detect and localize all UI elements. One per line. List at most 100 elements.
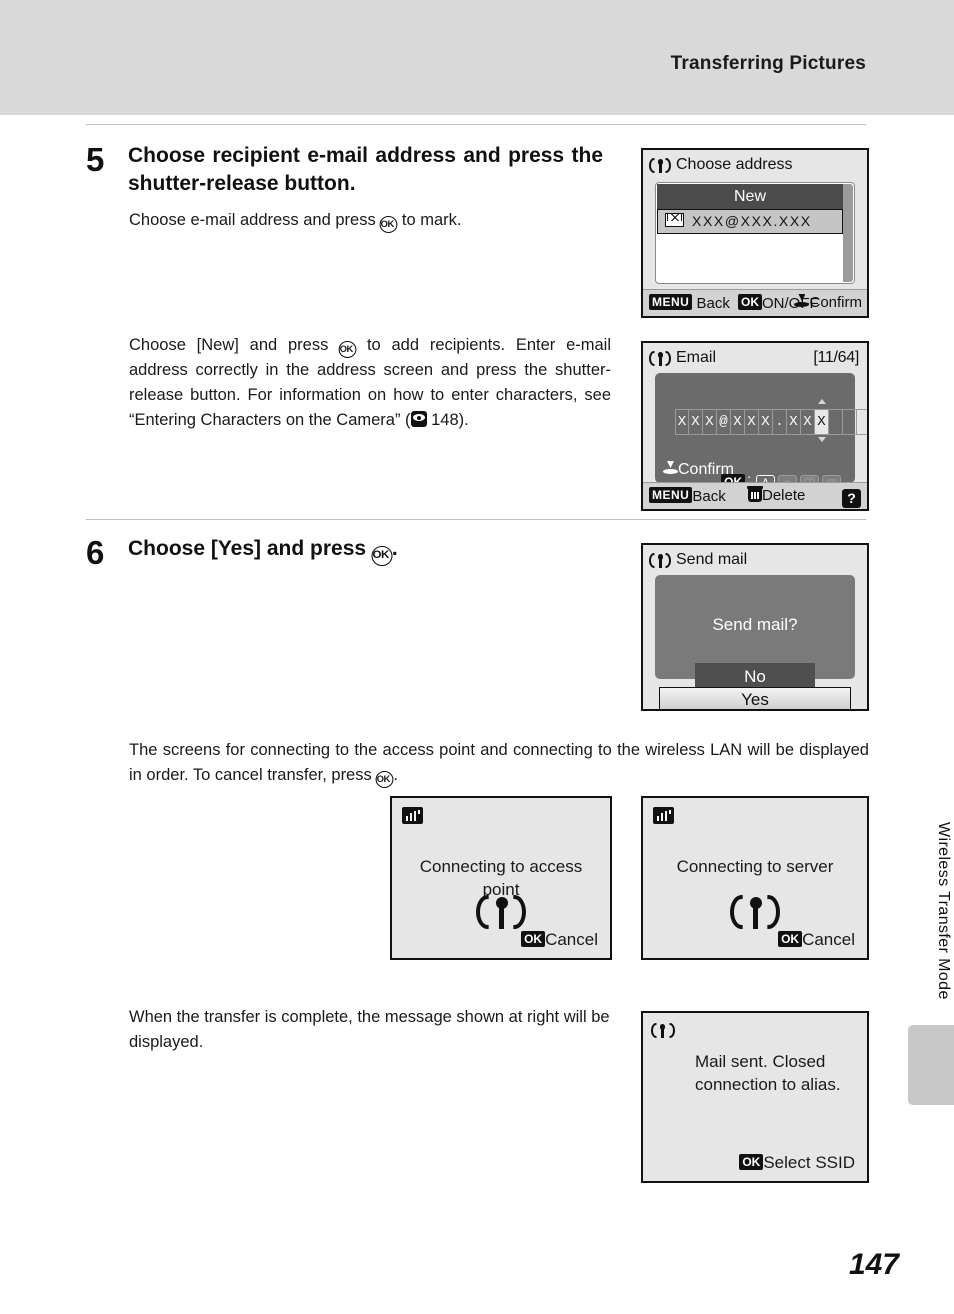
- transfer-note: The screens for connecting to the access…: [129, 738, 869, 789]
- step-6-title-before: Choose [Yes] and press: [128, 537, 372, 560]
- wireless-antenna-icon: [649, 157, 671, 173]
- lcd-send-mail: Send mail Send mail? No Yes: [641, 543, 869, 711]
- lcd-connect-server: Connecting to server OK Cancel: [641, 796, 869, 960]
- connect-server-cancel[interactable]: OK Cancel: [778, 930, 855, 950]
- transfer-note-b: .: [393, 766, 398, 785]
- trash-icon: [747, 486, 763, 502]
- page-number: 147: [848, 1248, 899, 1281]
- wireless-antenna-icon: [651, 1022, 675, 1042]
- email-char-cell[interactable]: X: [759, 409, 773, 435]
- list-item-address-text: XXX@XXX.XXX: [692, 213, 812, 229]
- ok-button-icon: OK: [379, 216, 398, 233]
- email-char-cell[interactable]: .: [773, 409, 787, 435]
- cancel-label: Cancel: [802, 930, 855, 949]
- char-counter: [11/64]: [813, 349, 859, 366]
- email-char-cell[interactable]: [857, 409, 867, 435]
- address-list: New XXX@XXX.XXX: [655, 182, 855, 284]
- email-char-cell[interactable]: X: [801, 409, 815, 435]
- signal-bars-icon: [402, 807, 423, 826]
- connect-server-message: Connecting to server: [676, 857, 834, 876]
- mail-sent-message: Mail sent. Closed connection to alias.: [695, 1052, 841, 1094]
- see-page-icon: [410, 411, 427, 428]
- ok-key-icon: OK: [521, 931, 546, 947]
- send-mail-question: Send mail?: [712, 615, 798, 634]
- lcd-mail-sent: Mail sent. Closed connection to alias. O…: [641, 1011, 869, 1183]
- email-char-cell[interactable]: [843, 409, 857, 435]
- shutter-press-icon: [794, 294, 810, 309]
- email-confirm[interactable]: Confirm: [663, 461, 734, 479]
- help-icon[interactable]: ?: [842, 489, 861, 508]
- ok-key-icon: OK: [738, 294, 762, 310]
- step-5-body-2-a: Choose [New] and press: [129, 336, 340, 354]
- select-ssid-label: Select SSID: [763, 1153, 855, 1172]
- step-5-title: Choose recipient e-mail address and pres…: [128, 144, 603, 195]
- step-6-number: 6: [86, 534, 105, 571]
- shutter-press-icon: [663, 461, 678, 476]
- lcd-bar-email: MENU Back Delete ?: [643, 482, 867, 509]
- delete-label[interactable]: Delete: [762, 487, 805, 504]
- ok-key-icon: OK: [778, 931, 803, 947]
- cancel-label: Cancel: [545, 930, 598, 949]
- email-char-grid[interactable]: X X X @ X X X. X X X: [675, 409, 867, 435]
- step-5-body-1: Choose e-mail address and press OK to ma…: [129, 208, 609, 233]
- page-header: Transferring Pictures: [0, 0, 954, 115]
- step-6-title-after: .: [391, 537, 398, 560]
- lcd-title-text: Email: [676, 349, 717, 366]
- lcd-title-send-mail: Send mail: [649, 551, 859, 575]
- back-label[interactable]: Back: [692, 488, 725, 505]
- email-char-cell[interactable]: X: [689, 409, 703, 435]
- email-char-cell[interactable]: @: [717, 409, 731, 435]
- email-char-cell[interactable]: [829, 409, 843, 435]
- divider-step6: [86, 519, 866, 520]
- wireless-antenna-icon: [730, 893, 780, 931]
- lcd-bar-choose-address: MENU Back OK ON/OFF Confirm: [643, 289, 867, 316]
- cursor-up-arrow-icon: [818, 399, 826, 404]
- lcd-choose-address: Choose address New XXX@XXX.XXX MENU Back…: [641, 148, 869, 318]
- email-char-cell[interactable]: X: [745, 409, 759, 435]
- envelope-check-icon: [665, 213, 684, 227]
- complete-note: When the transfer is complete, the messa…: [129, 1008, 610, 1052]
- wireless-antenna-icon: [649, 552, 671, 568]
- step-5-body-2-page: 148).: [426, 411, 469, 430]
- lcd-title-email: [11/64] Email: [649, 349, 859, 373]
- email-char-cell[interactable]: X: [731, 409, 745, 435]
- ok-button-icon: OK: [338, 341, 357, 358]
- email-char-cell[interactable]: X: [787, 409, 801, 435]
- signal-bars-icon: [653, 807, 674, 826]
- email-char-cell[interactable]: X: [703, 409, 717, 435]
- back-label[interactable]: Back: [697, 295, 730, 312]
- step-5-body-2: Choose [New] and press OK to add recipie…: [129, 333, 611, 433]
- email-char-cell[interactable]: X: [815, 409, 829, 435]
- section-tab: [908, 1025, 954, 1105]
- ok-key-icon: OK: [739, 1154, 764, 1170]
- section-tab-label: Wireless Transfer Mode: [935, 822, 952, 1000]
- list-item-address[interactable]: XXX@XXX.XXX: [657, 209, 843, 234]
- menu-key-icon: MENU: [649, 487, 693, 503]
- lcd-title-choose-address: Choose address: [649, 156, 859, 180]
- divider-top: [86, 124, 866, 125]
- send-mail-yes-option[interactable]: Yes: [659, 687, 851, 709]
- confirm-label[interactable]: Confirm: [809, 294, 862, 311]
- lcd-connect-access-point: Connecting to access point OK Cancel: [390, 796, 612, 960]
- step-5-body-1-after: to mark.: [397, 211, 462, 229]
- page-title: Transferring Pictures: [670, 53, 866, 74]
- step-6-title: Choose [Yes] and press OK.: [128, 535, 603, 566]
- scrollbar[interactable]: [843, 184, 853, 282]
- transfer-note-a: The screens for connecting to the access…: [129, 741, 869, 785]
- step-5-number: 5: [86, 141, 105, 178]
- mail-sent-select-ssid[interactable]: OK Select SSID: [739, 1153, 855, 1173]
- wireless-antenna-icon: [649, 350, 671, 366]
- confirm-label: Confirm: [678, 461, 735, 478]
- lcd-title-text: Send mail: [676, 551, 748, 568]
- connect-ap-cancel[interactable]: OK Cancel: [521, 930, 598, 950]
- lcd-title-text: Choose address: [676, 156, 793, 173]
- lcd-email: [11/64] Email XXX@XXX.XXX OK:Aa囯@ Confir…: [641, 341, 869, 511]
- cursor-down-arrow-icon: [818, 437, 826, 442]
- list-item-new[interactable]: New: [657, 184, 843, 209]
- step-5-body-1-before: Choose e-mail address and press: [129, 211, 381, 229]
- menu-key-icon: MENU: [649, 294, 693, 310]
- email-char-cell[interactable]: X: [675, 409, 689, 435]
- email-input-panel: XXX@XXX.XXX OK:Aa囯@ Confirm: [655, 373, 867, 494]
- ok-button-icon: OK: [375, 771, 394, 789]
- send-mail-panel: Send mail? No Yes: [655, 575, 855, 709]
